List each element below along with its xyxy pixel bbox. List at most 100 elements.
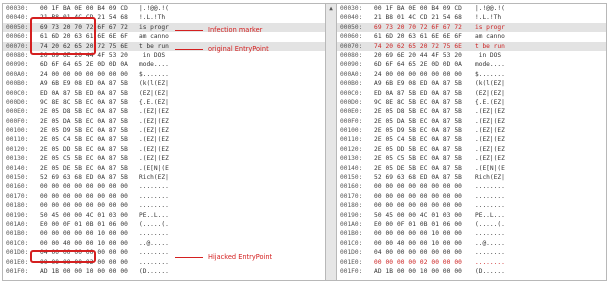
hex-row[interactable]: 000D0: 9C 8E 8C 5B EC 0A 87 5B {.E.(EZ| [337, 98, 606, 107]
hex-row[interactable]: 000E0: 2E 05 D8 5B EC 0A 87 5B .(EZ|(EZ [337, 107, 606, 116]
hex-bytes: AD 1B 00 00 10 00 00 00 [374, 267, 462, 275]
hex-offset: 00140: [340, 164, 363, 172]
ascii-text: Rich(EZ| [139, 174, 169, 182]
hex-row[interactable]: 001E0: 00 00 00 00 02 00 00 00........ [337, 258, 606, 267]
ascii-text: ........ [475, 230, 505, 238]
hex-row[interactable]: 00110: 2E 05 C4 5B EC 0A 87 5B .(EZ|(EZ [3, 135, 325, 144]
hex-offset: 00080: [340, 51, 363, 59]
hex-row[interactable]: 001F0: AD 1B 00 00 10 00 00 00 (D...... [3, 267, 325, 276]
hex-offset: 000A0: [340, 70, 363, 78]
hex-row[interactable]: 00060: 61 6D 20 63 61 6E 6E 6F am canno [337, 32, 606, 41]
hex-row[interactable]: 00040: 21 B8 01 4C CD 21 54 68 !.L.!Th [337, 13, 606, 22]
hex-row[interactable]: 000C0: ED 0A 87 5B ED 0A 87 5B (EZ|(EZ| [337, 89, 606, 98]
hex-bytes: 00 00 00 00 00 00 00 00 [40, 192, 128, 200]
ascii-text: .(EZ|(EZ [475, 127, 505, 135]
hex-row[interactable]: 001D0: 04 00 00 00 00 00 00 00........ [337, 248, 606, 257]
hex-row[interactable]: 000F0: 2E 05 DA 5B EC 0A 87 5B .(EZ|(EZ [337, 117, 606, 126]
hex-row[interactable]: 00070: 74 20 62 65 20 72 75 6E t be run [337, 41, 606, 51]
hex-row[interactable]: 00130: 2E 05 C5 5B EC 0A 87 5B .(EZ|(EZ [337, 154, 606, 163]
hex-row[interactable]: 00160: 00 00 00 00 00 00 00 00........ [337, 182, 606, 191]
hex-offset: 00120: [340, 145, 363, 153]
hex-row[interactable]: 000A0: 24 00 00 00 00 00 00 00 $....... [337, 70, 606, 79]
hex-offset: 001A0: [340, 220, 363, 228]
pane-divider-scrollbar[interactable]: ▲ [325, 4, 337, 280]
hex-offset: 001A0: [6, 220, 29, 228]
hex-bytes: 2E 05 D9 5B EC 0A 87 5B [374, 127, 462, 135]
hex-offset: 001F0: [6, 267, 29, 275]
hex-offset: 001B0: [6, 230, 29, 238]
hex-offset: 00030: [340, 5, 363, 12]
hex-row[interactable]: 000F0: 2E 05 DA 5B EC 0A 87 5B .(EZ|(EZ [3, 117, 325, 126]
hex-row[interactable]: 00150: 52 69 63 68 ED 0A 87 5B Rich(EZ| [337, 173, 606, 182]
hex-bytes: E0 00 0F 01 0B 01 06 00 [40, 220, 128, 228]
hex-row[interactable]: 001C0: 00 00 40 00 00 10 00 00 ..@..... [337, 239, 606, 248]
hex-bytes: 2E 05 C4 5B EC 0A 87 5B [374, 136, 462, 144]
hex-row[interactable]: 000C0: ED 0A 87 5B ED 0A 87 5B (EZ|(EZ| [3, 89, 325, 98]
hex-row[interactable]: 00170: 00 00 00 00 00 00 00 00........ [3, 192, 325, 201]
hex-row[interactable]: 001B0: 00 00 00 00 00 10 00 00........ [337, 229, 606, 238]
hex-row[interactable]: 00030: 00 1F BA 0E 00 B4 09 CD |.!@@.!( [337, 4, 606, 13]
hex-row[interactable]: 00100: 2E 05 D9 5B EC 0A 87 5B .(EZ|(EZ [337, 126, 606, 135]
hex-row[interactable]: 000B0: A9 6B E9 08 ED 0A 87 5B (k(l(EZ| [337, 79, 606, 88]
hex-row[interactable]: 001B0: 00 00 00 00 00 10 00 00........ [3, 229, 325, 238]
hex-row[interactable]: 00180: 00 00 00 00 00 00 00 00........ [337, 201, 606, 210]
hex-row[interactable]: 00170: 00 00 00 00 00 00 00 00........ [337, 192, 606, 201]
hex-bytes: ED 0A 87 5B ED 0A 87 5B [40, 89, 128, 97]
hex-bytes: A9 6B E9 08 ED 0A 87 5B [374, 80, 462, 88]
right-hex-pane[interactable]: 00030: 00 1F BA 0E 00 B4 09 CD |.!@@.!(000… [337, 4, 606, 280]
hex-offset: 000C0: [6, 89, 29, 97]
hex-row[interactable]: 001F0: AD 1B 00 00 10 00 00 00 (D...... [337, 267, 606, 276]
hex-bytes: 00 00 40 00 00 10 00 00 [40, 239, 128, 247]
ascii-text: {.E.(EZ| [139, 98, 169, 106]
ascii-text: $....... [139, 70, 169, 78]
hex-row[interactable]: 000A0: 24 00 00 00 00 00 00 00 $....... [3, 70, 325, 79]
hex-row[interactable]: 00090: 6D 6F 64 65 2E 0D 0D 0A mode.... [3, 60, 325, 69]
ascii-text: ........ [475, 202, 505, 210]
hex-bytes: 2E 05 DD 5B EC 0A 87 5B [40, 145, 128, 153]
hex-row[interactable]: 00050: 69 73 20 70 72 6F 67 72 is progr [337, 22, 606, 33]
ascii-text: in DOS [139, 51, 169, 59]
hex-row[interactable]: 001A0: E0 00 0F 01 0B 01 06 00 (.....(. [337, 220, 606, 229]
hex-row[interactable]: 00140: 2E 05 DE 5B EC 0A 87 5B .(E[N|(E [3, 164, 325, 173]
ascii-text: {.E.(EZ| [475, 98, 505, 106]
hex-offset: 001D0: [340, 249, 363, 257]
hex-row[interactable]: 00090: 6D 6F 64 65 2E 0D 0D 0A mode.... [337, 60, 606, 69]
hex-row[interactable]: 00120: 2E 05 DD 5B EC 0A 87 5B .(EZ|(EZ [3, 145, 325, 154]
hex-row[interactable]: 00100: 2E 05 D9 5B EC 0A 87 5B .(EZ|(EZ [3, 126, 325, 135]
ascii-text: .(EZ|(EZ [139, 117, 169, 125]
hex-row[interactable]: 001C0: 00 00 40 00 00 10 00 00 ..@..... [3, 239, 325, 248]
ascii-text: ..@..... [475, 239, 505, 247]
hex-bytes: 9C 8E 8C 5B EC 0A 87 5B [40, 98, 128, 106]
hex-row[interactable]: 000B0: A9 6B E9 08 ED 0A 87 5B (k(l(EZ| [3, 79, 325, 88]
hex-row[interactable]: 00120: 2E 05 DD 5B EC 0A 87 5B .(EZ|(EZ [337, 145, 606, 154]
hex-row[interactable]: 00190: 50 45 00 00 4C 01 03 00 PE..L... [337, 211, 606, 220]
hex-row[interactable]: 00150: 52 69 63 68 ED 0A 87 5B Rich(EZ| [3, 173, 325, 182]
hex-offset: 001C0: [340, 239, 363, 247]
hex-offset: 000F0: [6, 117, 29, 125]
hex-row[interactable]: 00110: 2E 05 C4 5B EC 0A 87 5B .(EZ|(EZ [337, 135, 606, 144]
hex-bytes: 50 45 00 00 4C 01 03 00 [374, 211, 462, 219]
ascii-text: PE..L... [139, 211, 169, 219]
ascii-text: ........ [139, 192, 169, 200]
hex-offset: 00110: [6, 136, 29, 144]
hex-row[interactable]: 000D0: 9C 8E 8C 5B EC 0A 87 5B {.E.(EZ| [3, 98, 325, 107]
hex-bytes: AD 1B 00 00 10 00 00 00 [40, 267, 128, 275]
hex-row[interactable]: 00180: 00 00 00 00 00 00 00 00........ [3, 201, 325, 210]
hex-offset: 000F0: [340, 117, 363, 125]
hex-offset: 000E0: [340, 108, 363, 116]
ascii-text: .(E[N|(E [475, 164, 505, 172]
infection-marker-line [175, 30, 203, 31]
hijacked-entry-label: Hijacked EntryPoint [208, 253, 273, 261]
hex-row[interactable]: 00030: 00 1F BA 0E 00 B4 09 CD |.!@@.!( [3, 4, 325, 13]
hex-row[interactable]: 00140: 2E 05 DE 5B EC 0A 87 5B .(E[N|(E [337, 164, 606, 173]
hex-offset: 000E0: [6, 108, 29, 116]
hex-row[interactable]: 001A0: E0 00 0F 01 0B 01 06 00 (.....(. [3, 220, 325, 229]
hex-row[interactable]: 000E0: 2E 05 D8 5B EC 0A 87 5B .(EZ|(EZ [3, 107, 325, 116]
scroll-up-icon[interactable]: ▲ [328, 6, 334, 12]
hex-row[interactable]: 00190: 50 45 00 00 4C 01 03 00 PE..L... [3, 211, 325, 220]
hex-row[interactable]: 00160: 00 00 00 00 00 00 00 00........ [3, 182, 325, 191]
hex-row[interactable]: 00130: 2E 05 C5 5B EC 0A 87 5B .(EZ|(EZ [3, 154, 325, 163]
hex-bytes: 52 69 63 68 ED 0A 87 5B [374, 174, 462, 182]
hex-offset: 00060: [340, 33, 363, 41]
hex-row[interactable]: 00080: 20 69 6E 20 44 4F 53 20 in DOS [337, 51, 606, 60]
